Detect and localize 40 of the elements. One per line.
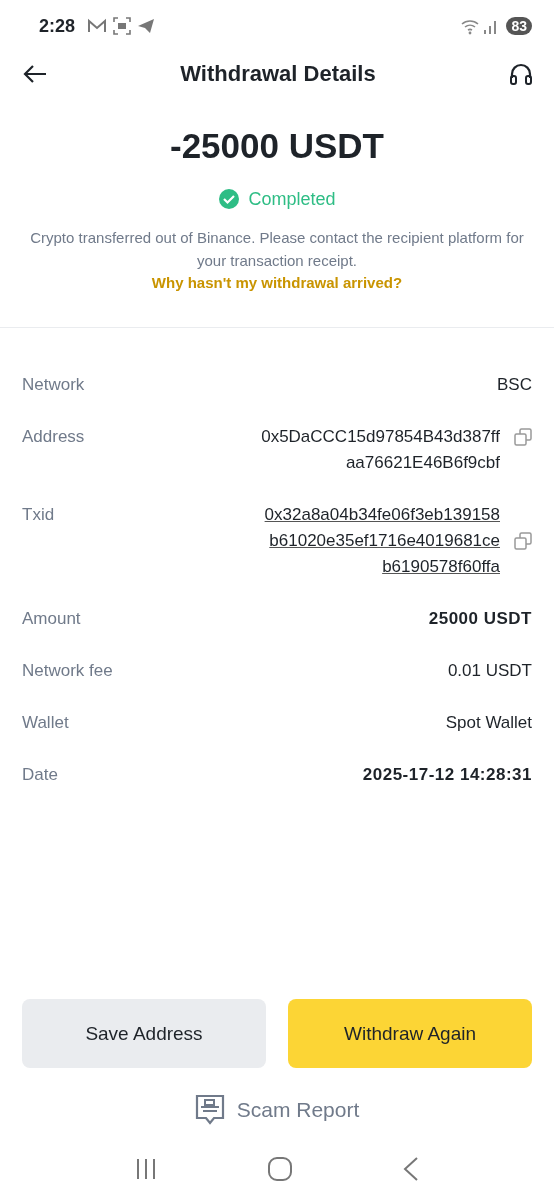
status-time: 2:28: [39, 15, 76, 37]
save-address-button[interactable]: Save Address: [22, 999, 266, 1068]
transfer-message: Crypto transferred out of Binance. Please contact the recipient platform for your transaction receipt.: [30, 228, 524, 271]
detail-value: Spot Wallet: [445, 712, 532, 734]
back-button[interactable]: [22, 64, 48, 84]
detail-label: Date: [22, 764, 59, 786]
paper-plane-icon: [137, 18, 156, 34]
txid-link[interactable]: 0x32a8a04b34fe06f3eb139158: [264, 502, 500, 528]
back-nav-button[interactable]: [401, 1156, 420, 1182]
detail-value: BSC: [497, 374, 532, 396]
mail-icon: [87, 18, 108, 34]
txid-link[interactable]: b61020e35ef1716e4019681ce: [269, 528, 500, 554]
txid-link[interactable]: b6190578f60ffa: [382, 554, 500, 580]
page-title: Withdrawal Details: [179, 61, 377, 87]
detail-value: 2025-17-12 14:28:31: [362, 764, 532, 786]
detail-label: Network: [22, 374, 86, 396]
detail-label: Amount: [22, 608, 82, 630]
detail-value: 25000 USDT: [428, 608, 532, 630]
report-icon: [194, 1094, 225, 1126]
screenshot-icon: [113, 17, 132, 35]
scam-report-button[interactable]: Scam Report: [194, 1094, 360, 1126]
back-arrow-icon: [22, 64, 48, 84]
detail-label: Wallet: [22, 712, 70, 734]
copy-icon: [514, 532, 532, 550]
withdrawal-amount: -25000 USDT: [170, 126, 384, 166]
withdraw-again-button[interactable]: Withdraw Again: [288, 999, 532, 1068]
battery-level: 83: [506, 17, 532, 35]
copy-icon: [514, 428, 532, 446]
copy-button[interactable]: [514, 532, 532, 550]
support-button[interactable]: [508, 62, 534, 86]
status-label: Completed: [248, 188, 336, 210]
detail-label: Txid: [22, 504, 56, 526]
copy-button[interactable]: [514, 428, 532, 446]
home-button[interactable]: [267, 1156, 293, 1182]
detail-label: Network fee: [22, 660, 114, 682]
detail-value: aa76621E46B6f9cbf: [345, 452, 500, 474]
headset-icon: [508, 62, 534, 86]
detail-value: 0.01 USDT: [447, 660, 532, 682]
detail-value: 0x5DaCCC15d97854B43d387ff: [261, 426, 500, 448]
detail-label: Address: [22, 426, 86, 448]
